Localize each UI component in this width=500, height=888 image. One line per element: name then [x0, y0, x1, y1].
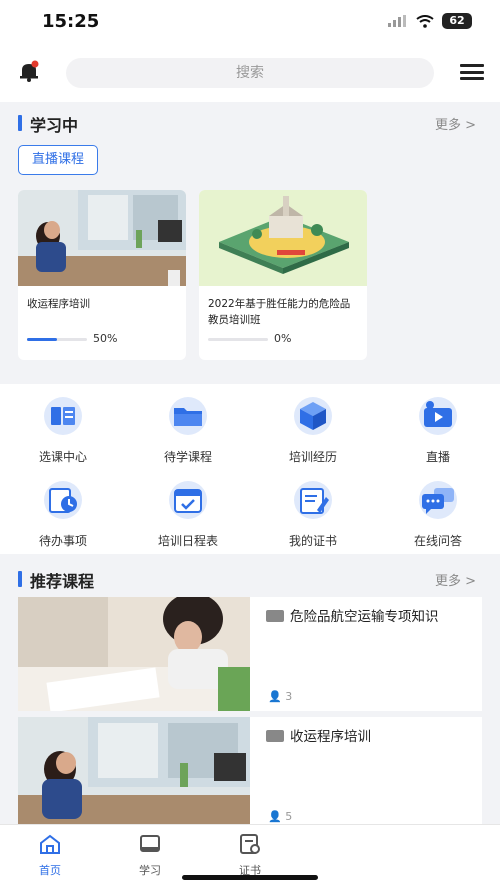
course-card[interactable]: 收运程序培训 50%: [18, 190, 186, 360]
course-thumbnail: [18, 597, 250, 711]
grid-label: 在线问答: [413, 534, 462, 548]
video-icon: [266, 610, 284, 622]
nav-item-certificate[interactable]: 证书: [220, 833, 280, 878]
bottom-nav: 首页 学习 证书: [0, 824, 500, 888]
top-bar: 搜索: [0, 44, 500, 102]
person-icon: 👤: [268, 690, 286, 703]
nav-item-home[interactable]: 首页: [20, 833, 80, 878]
recommended-section: 推荐课程 更多 > 危险品航空运输专项知识 👤 3 收运程序培训 👤 5: [0, 554, 500, 824]
recommended-title: 推荐课程: [18, 568, 94, 592]
grid-label: 选课中心: [38, 450, 87, 464]
learner-count: 👤 5: [268, 810, 292, 823]
certificate-nav-icon: [240, 834, 260, 854]
grid-label: 培训经历: [288, 450, 337, 464]
grid-label: 直播: [425, 450, 450, 464]
status-bar: 15:25 62: [0, 0, 500, 44]
grid-item-training-history[interactable]: 培训经历: [258, 396, 368, 465]
grid-item-pending-courses[interactable]: 待学课程: [133, 396, 243, 465]
recommended-more-link[interactable]: 更多 >: [435, 570, 476, 589]
nav-label: 学习: [139, 864, 161, 877]
progress-text: 50%: [93, 332, 118, 345]
recommended-item[interactable]: 危险品航空运输专项知识 👤 3: [18, 597, 482, 711]
video-icon: [266, 730, 284, 742]
home-indicator: [182, 875, 318, 880]
book-icon: [44, 397, 82, 435]
course-card[interactable]: 2022年基于胜任能力的危险品教员培训班 0%: [199, 190, 367, 360]
live-video-icon: [419, 397, 457, 435]
study-icon: [140, 835, 160, 852]
learning-section: 学习中 更多 > 直播课程 收运程序培训 50% 2022年基于胜任能力的危险品…: [0, 102, 500, 384]
clock-doc-icon: [44, 481, 82, 519]
grid-label: 待学课程: [163, 450, 212, 464]
grid-item-live[interactable]: 直播: [383, 396, 493, 465]
grid-item-schedule[interactable]: 培训日程表: [133, 480, 243, 549]
menu-icon[interactable]: [460, 64, 484, 80]
folder-icon: [169, 397, 207, 435]
course-thumbnail: [18, 190, 186, 286]
wifi-icon: [416, 14, 434, 28]
grid-label: 待办事项: [38, 534, 87, 548]
recommended-title-text: 危险品航空运输专项知识: [266, 607, 468, 627]
chat-icon: [419, 481, 457, 519]
recommended-title-text: 收运程序培训: [266, 727, 468, 747]
progress-text: 0%: [274, 332, 292, 345]
grid-item-todo[interactable]: 待办事项: [8, 480, 118, 549]
status-time: 15:25: [42, 11, 100, 32]
grid-item-online-qa[interactable]: 在线问答: [383, 480, 493, 549]
course-title: 收运程序培训: [27, 298, 90, 310]
recommended-course-title: 危险品航空运输专项知识: [290, 609, 439, 625]
grid-item-certificates[interactable]: 我的证书: [258, 480, 368, 549]
status-icons: 62: [388, 13, 472, 29]
recommended-item[interactable]: 收运程序培训 👤 5: [18, 717, 482, 824]
signal-icon: [388, 15, 406, 27]
course-thumbnail: [18, 717, 250, 824]
nav-label: 首页: [39, 864, 61, 877]
grid-item-course-center[interactable]: 选课中心: [8, 396, 118, 465]
person-icon: 👤: [268, 810, 286, 823]
calendar-icon: [169, 481, 207, 519]
live-course-tab[interactable]: 直播课程: [18, 145, 98, 175]
progress-bar: [208, 338, 268, 341]
recommended-course-title: 收运程序培训: [290, 729, 371, 745]
bell-icon[interactable]: [18, 60, 40, 82]
progress-bar: [27, 338, 87, 341]
learning-more-link[interactable]: 更多 >: [435, 114, 476, 133]
learner-count-value: 5: [285, 810, 293, 823]
course-thumbnail: [199, 190, 367, 286]
search-input[interactable]: 搜索: [66, 58, 434, 88]
learning-title: 学习中: [18, 112, 78, 136]
certificate-icon: [294, 481, 332, 519]
grid-label: 我的证书: [288, 534, 337, 548]
learner-count-value: 3: [285, 690, 293, 703]
function-grid: 选课中心 待学课程 培训经历 直播 待办事项 培训日程表 我的证书 在线问答: [0, 384, 500, 554]
grid-label: 培训日程表: [157, 534, 218, 548]
learner-count: 👤 3: [268, 690, 292, 703]
nav-item-study[interactable]: 学习: [120, 833, 180, 878]
cube-icon: [294, 397, 332, 435]
course-title: 2022年基于胜任能力的危险品教员培训班: [208, 298, 351, 326]
battery-icon: 62: [442, 13, 472, 29]
home-icon: [40, 834, 60, 854]
